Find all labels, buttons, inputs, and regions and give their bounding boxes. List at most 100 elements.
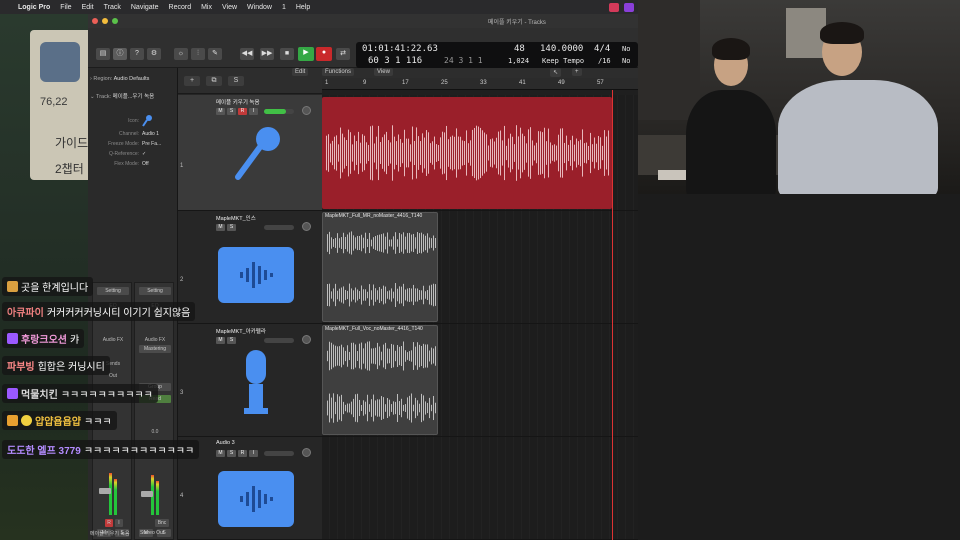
freeze-mode-field[interactable]: Freeze Mode: Pre Fa...: [94, 141, 174, 147]
waveform-sample: [423, 285, 424, 305]
strip1-input-button[interactable]: I: [115, 519, 123, 527]
menu-file[interactable]: File: [56, 4, 77, 11]
channel-field[interactable]: Channel: Audio 1: [94, 131, 174, 137]
forward-icon[interactable]: ▶▶: [260, 48, 274, 60]
pointer-tool-icon[interactable]: ↖: [550, 68, 562, 77]
track-lane[interactable]: MapleMKT_Full_Voc_noMaster_4416_T140: [322, 324, 638, 437]
menu-help[interactable]: Help: [292, 4, 316, 11]
playhead[interactable]: [612, 90, 613, 540]
menu-record[interactable]: Record: [165, 4, 198, 11]
inspector-track-row[interactable]: ⌄ Track: 메이플...우기 녹음: [90, 92, 154, 102]
inspector-region-row[interactable]: › Region: Audio Defaults: [90, 74, 149, 84]
inspector-icon-row[interactable]: Icon:: [94, 114, 174, 128]
waveform-sample: [365, 343, 366, 369]
track-lane[interactable]: MapleMKT_Full_MR_noMaster_4416_T140: [322, 211, 638, 324]
solo-button[interactable]: S: [227, 450, 236, 457]
waveform-sample: [444, 132, 445, 174]
strip2-audio-fx[interactable]: Audio FX: [135, 337, 175, 343]
menu-edit[interactable]: Edit: [78, 4, 100, 11]
q-reference-field[interactable]: Q-Reference: ✓: [94, 151, 174, 157]
global-solo-button[interactable]: S: [228, 76, 244, 86]
audio-region[interactable]: [322, 97, 612, 209]
solo-button[interactable]: S: [227, 224, 236, 231]
pan-knob[interactable]: [302, 106, 311, 115]
input-monitor-button[interactable]: I: [249, 450, 258, 457]
view-menu[interactable]: View: [374, 68, 393, 76]
record-enable-button[interactable]: R: [238, 108, 247, 115]
volume-slider[interactable]: [264, 109, 294, 114]
add-track-button[interactable]: +: [184, 76, 200, 86]
track-row[interactable]: 2 MapleMKT_인스 M S: [178, 211, 322, 324]
track-name[interactable]: MapleMKT_아카펠라: [216, 327, 266, 335]
zoom-icon[interactable]: [112, 18, 118, 24]
cycle-icon[interactable]: ⇄: [336, 48, 350, 60]
volume-slider[interactable]: [264, 338, 294, 343]
input-monitor-button[interactable]: I: [249, 108, 258, 115]
volume-slider[interactable]: [264, 451, 294, 456]
menu-navigate[interactable]: Navigate: [127, 4, 165, 11]
strip2-setting-button[interactable]: Setting: [139, 287, 171, 295]
strip1-record-button[interactable]: R: [105, 519, 113, 527]
record-icon[interactable]: ●: [316, 47, 332, 61]
toolbar-icon[interactable]: ⚙: [147, 48, 161, 60]
volume-slider[interactable]: [264, 225, 294, 230]
minimize-icon[interactable]: [102, 18, 108, 24]
waveform-sample: [562, 128, 563, 178]
track-lane[interactable]: [322, 95, 638, 211]
strip1-audio-fx[interactable]: Audio FX: [93, 337, 133, 343]
secondary-tool-icon[interactable]: +: [572, 68, 582, 76]
edit-menu[interactable]: Edit: [292, 68, 309, 76]
solo-button[interactable]: S: [227, 108, 236, 115]
strip1-level-meter-right: [114, 479, 117, 515]
help-icon[interactable]: ?: [130, 48, 144, 60]
pan-knob[interactable]: [302, 448, 311, 457]
waveform-sample: [371, 290, 372, 300]
menu-app[interactable]: Logic Pro: [14, 4, 56, 11]
menu-view[interactable]: View: [218, 4, 243, 11]
menu-window[interactable]: Window: [243, 4, 278, 11]
record-enable-button[interactable]: R: [238, 450, 247, 457]
audio-region[interactable]: MapleMKT_Full_MR_noMaster_4416_T140: [322, 212, 438, 322]
rewind-icon[interactable]: ◀◀: [240, 48, 254, 60]
mute-button[interactable]: M: [216, 450, 225, 457]
menu-1[interactable]: 1: [278, 4, 292, 11]
track-name[interactable]: Audio 3: [216, 440, 235, 446]
smart-controls-icon[interactable]: ☼: [174, 48, 188, 60]
menu-track[interactable]: Track: [100, 4, 127, 11]
mute-button[interactable]: M: [216, 224, 225, 231]
strip1-setting-button[interactable]: Setting: [97, 287, 129, 295]
track-lane[interactable]: [322, 437, 638, 540]
strip2-bounce-button[interactable]: Bnc: [155, 519, 169, 527]
strip2-fader[interactable]: [141, 491, 153, 497]
status-app-icon[interactable]: [609, 2, 619, 12]
track-row[interactable]: 3 MapleMKT_아카펠라 M S: [178, 324, 322, 437]
play-icon[interactable]: ▶: [298, 47, 314, 61]
track-row[interactable]: 4 Audio 3 M S R I: [178, 437, 322, 540]
library-icon[interactable]: ▤: [96, 48, 110, 60]
icon-label: Icon:: [128, 118, 139, 125]
stop-icon[interactable]: ■: [280, 48, 294, 60]
timeline-ruler[interactable]: 1 9 17 25 33 41 49 57: [322, 78, 638, 90]
flex-mode-field[interactable]: Flex Mode: Off: [94, 161, 174, 167]
strip2-mastering-button[interactable]: Mastering: [139, 345, 171, 353]
mute-button[interactable]: M: [216, 337, 225, 344]
track-name[interactable]: MapleMKT_인스: [216, 214, 256, 222]
pan-knob[interactable]: [302, 335, 311, 344]
track-name[interactable]: 메이플 키우기 녹음: [216, 98, 260, 106]
pan-knob[interactable]: [302, 222, 311, 231]
close-icon[interactable]: [92, 18, 98, 24]
solo-button[interactable]: S: [227, 337, 236, 344]
duplicate-track-button[interactable]: ⧉: [206, 76, 222, 86]
mixer-icon[interactable]: ⫶: [191, 48, 205, 60]
lcd-display[interactable]: 01:01:41:22.63 60 3 1 116 24 3 1 1 48 1,…: [356, 42, 638, 68]
inspector-icon[interactable]: ⓘ: [113, 48, 127, 60]
strip1-fader[interactable]: [99, 488, 111, 494]
editors-icon[interactable]: ✎: [208, 48, 222, 60]
mute-button[interactable]: M: [216, 108, 225, 115]
waveform-sample: [353, 398, 354, 418]
functions-menu[interactable]: Functions: [322, 68, 355, 76]
track-row[interactable]: 1 메이플 키우기 녹음 M S R I: [178, 95, 322, 211]
audio-region[interactable]: MapleMKT_Full_Voc_noMaster_4416_T140: [322, 325, 438, 435]
menu-mix[interactable]: Mix: [197, 4, 218, 11]
status-stream-icon[interactable]: [624, 2, 634, 12]
